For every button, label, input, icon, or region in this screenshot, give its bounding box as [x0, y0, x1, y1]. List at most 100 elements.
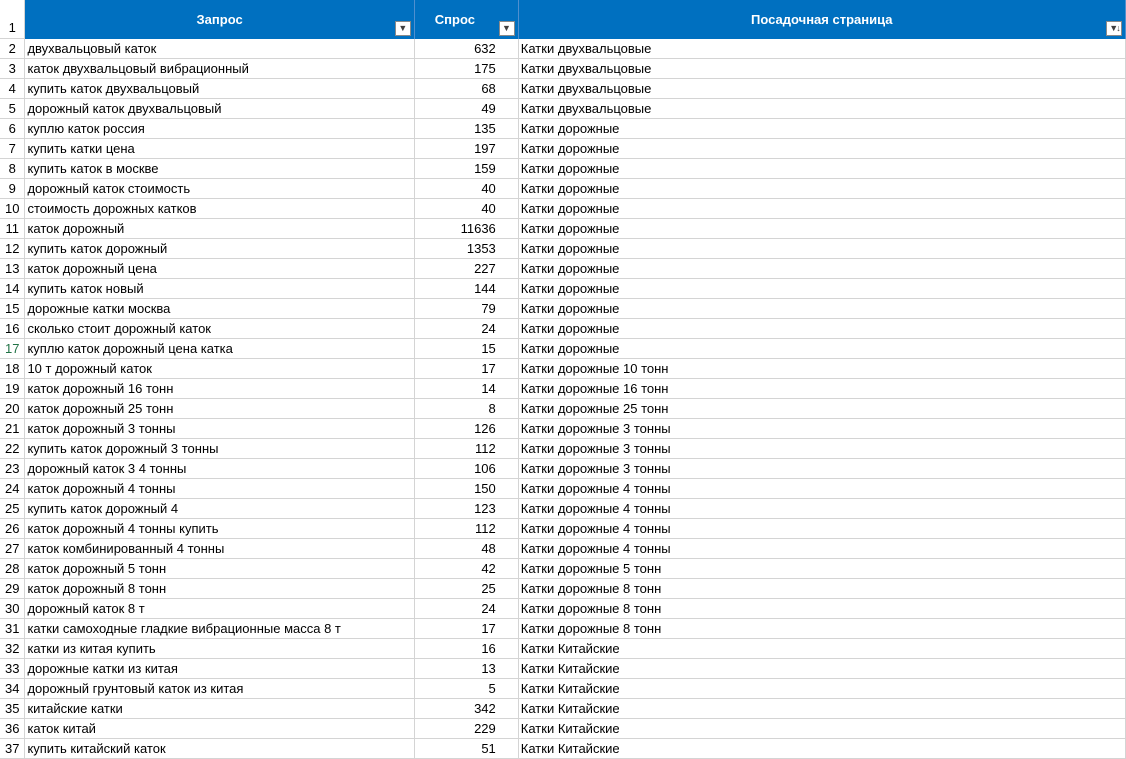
landing-page-cell[interactable]: Катки дорожные 4 тонны	[518, 539, 1126, 559]
landing-page-cell[interactable]: Катки Китайские	[518, 719, 1126, 739]
landing-page-cell[interactable]: Катки дорожные 8 тонн	[518, 619, 1126, 639]
filter-dropdown-icon[interactable]: ▼	[394, 21, 411, 36]
row-number[interactable]: 30	[0, 599, 26, 619]
landing-page-cell[interactable]: Катки дорожные	[518, 179, 1126, 199]
query-cell[interactable]: купить китайский каток	[25, 739, 415, 759]
row-number[interactable]: 24	[0, 479, 26, 499]
query-cell[interactable]: дорожный каток двухвальцовый	[25, 99, 415, 119]
landing-page-cell[interactable]: Катки двухвальцовые	[518, 99, 1126, 119]
demand-cell[interactable]: 17	[414, 619, 519, 639]
row-number[interactable]: 33	[0, 659, 26, 679]
query-cell[interactable]: каток дорожный 8 тонн	[25, 579, 415, 599]
landing-page-cell[interactable]: Катки дорожные 3 тонны	[518, 459, 1126, 479]
demand-cell[interactable]: 42	[414, 559, 519, 579]
query-cell[interactable]: дорожные катки из китая	[25, 659, 415, 679]
query-cell[interactable]: дорожный каток стоимость	[25, 179, 415, 199]
demand-cell[interactable]: 106	[414, 459, 519, 479]
query-cell[interactable]: катки самоходные гладкие вибрационные ма…	[25, 619, 415, 639]
landing-page-cell[interactable]: Катки двухвальцовые	[518, 59, 1126, 79]
query-cell[interactable]: каток дорожный 4 тонны	[25, 479, 415, 499]
row-number[interactable]: 26	[0, 519, 26, 539]
filter-dropdown-icon[interactable]: ▼	[498, 21, 515, 36]
demand-cell[interactable]: 5	[414, 679, 519, 699]
landing-page-cell[interactable]: Катки дорожные	[518, 339, 1126, 359]
landing-page-cell[interactable]: Катки двухвальцовые	[518, 79, 1126, 99]
query-cell[interactable]: купить каток дорожный	[25, 239, 415, 259]
row-number[interactable]: 15	[0, 299, 26, 319]
landing-page-cell[interactable]: Катки дорожные	[518, 119, 1126, 139]
row-number[interactable]: 9	[0, 179, 26, 199]
demand-cell[interactable]: 159	[414, 159, 519, 179]
row-number[interactable]: 13	[0, 259, 26, 279]
demand-cell[interactable]: 197	[414, 139, 519, 159]
demand-cell[interactable]: 112	[414, 439, 519, 459]
landing-page-cell[interactable]: Катки дорожные	[518, 239, 1126, 259]
landing-page-cell[interactable]: Катки дорожные 4 тонны	[518, 519, 1126, 539]
demand-cell[interactable]: 24	[414, 599, 519, 619]
query-cell[interactable]: каток дорожный 25 тонн	[25, 399, 415, 419]
demand-cell[interactable]: 68	[414, 79, 519, 99]
demand-cell[interactable]: 13	[414, 659, 519, 679]
query-cell[interactable]: каток китай	[25, 719, 415, 739]
sort-filter-icon[interactable]: ▼↓	[1106, 21, 1122, 36]
row-number[interactable]: 29	[0, 579, 26, 599]
demand-cell[interactable]: 632	[414, 39, 519, 59]
row-number[interactable]: 4	[0, 79, 26, 99]
column-header-query[interactable]: Запрос ▼	[25, 0, 415, 39]
row-number[interactable]: 2	[0, 39, 26, 59]
row-number[interactable]: 32	[0, 639, 26, 659]
query-cell[interactable]: каток дорожный 4 тонны купить	[25, 519, 415, 539]
query-cell[interactable]: купить каток новый	[25, 279, 415, 299]
demand-cell[interactable]: 227	[414, 259, 519, 279]
row-number[interactable]: 20	[0, 399, 26, 419]
query-cell[interactable]: каток дорожный 3 тонны	[25, 419, 415, 439]
query-cell[interactable]: каток комбинированный 4 тонны	[25, 539, 415, 559]
demand-cell[interactable]: 15	[414, 339, 519, 359]
demand-cell[interactable]: 175	[414, 59, 519, 79]
row-number[interactable]: 21	[0, 419, 26, 439]
landing-page-cell[interactable]: Катки дорожные 5 тонн	[518, 559, 1126, 579]
landing-page-cell[interactable]: Катки дорожные	[518, 199, 1126, 219]
row-number[interactable]: 28	[0, 559, 26, 579]
demand-cell[interactable]: 229	[414, 719, 519, 739]
landing-page-cell[interactable]: Катки дорожные	[518, 159, 1126, 179]
landing-page-cell[interactable]: Катки дорожные 16 тонн	[518, 379, 1126, 399]
demand-cell[interactable]: 49	[414, 99, 519, 119]
landing-page-cell[interactable]: Катки Китайские	[518, 639, 1126, 659]
row-number[interactable]: 23	[0, 459, 26, 479]
query-cell[interactable]: дорожный каток 3 4 тонны	[25, 459, 415, 479]
landing-page-cell[interactable]: Катки дорожные	[518, 219, 1126, 239]
query-cell[interactable]: дорожный грунтовый каток из китая	[25, 679, 415, 699]
landing-page-cell[interactable]: Катки дорожные	[518, 279, 1126, 299]
landing-page-cell[interactable]: Катки дорожные	[518, 139, 1126, 159]
landing-page-cell[interactable]: Катки двухвальцовые	[518, 39, 1126, 59]
row-number-header[interactable]: 1	[0, 0, 26, 39]
column-header-landing-page[interactable]: Посадочная страница ▼↓	[518, 0, 1126, 39]
query-cell[interactable]: купить каток в москве	[25, 159, 415, 179]
demand-cell[interactable]: 17	[414, 359, 519, 379]
demand-cell[interactable]: 150	[414, 479, 519, 499]
query-cell[interactable]: двухвальцовый каток	[25, 39, 415, 59]
demand-cell[interactable]: 40	[414, 179, 519, 199]
query-cell[interactable]: каток дорожный	[25, 219, 415, 239]
demand-cell[interactable]: 40	[414, 199, 519, 219]
row-number[interactable]: 16	[0, 319, 26, 339]
query-cell[interactable]: купить катки цена	[25, 139, 415, 159]
query-cell[interactable]: дорожный каток 8 т	[25, 599, 415, 619]
demand-cell[interactable]: 48	[414, 539, 519, 559]
demand-cell[interactable]: 8	[414, 399, 519, 419]
row-number[interactable]: 12	[0, 239, 26, 259]
query-cell[interactable]: сколько стоит дорожный каток	[25, 319, 415, 339]
row-number[interactable]: 5	[0, 99, 26, 119]
landing-page-cell[interactable]: Катки дорожные 8 тонн	[518, 599, 1126, 619]
landing-page-cell[interactable]: Катки дорожные 10 тонн	[518, 359, 1126, 379]
query-cell[interactable]: каток двухвальцовый вибрационный	[25, 59, 415, 79]
landing-page-cell[interactable]: Катки дорожные	[518, 299, 1126, 319]
query-cell[interactable]: купить каток дорожный 4	[25, 499, 415, 519]
query-cell[interactable]: китайские катки	[25, 699, 415, 719]
row-number[interactable]: 17	[0, 339, 26, 359]
query-cell[interactable]: купить каток дорожный 3 тонны	[25, 439, 415, 459]
row-number[interactable]: 22	[0, 439, 26, 459]
demand-cell[interactable]: 16	[414, 639, 519, 659]
landing-page-cell[interactable]: Катки дорожные	[518, 319, 1126, 339]
